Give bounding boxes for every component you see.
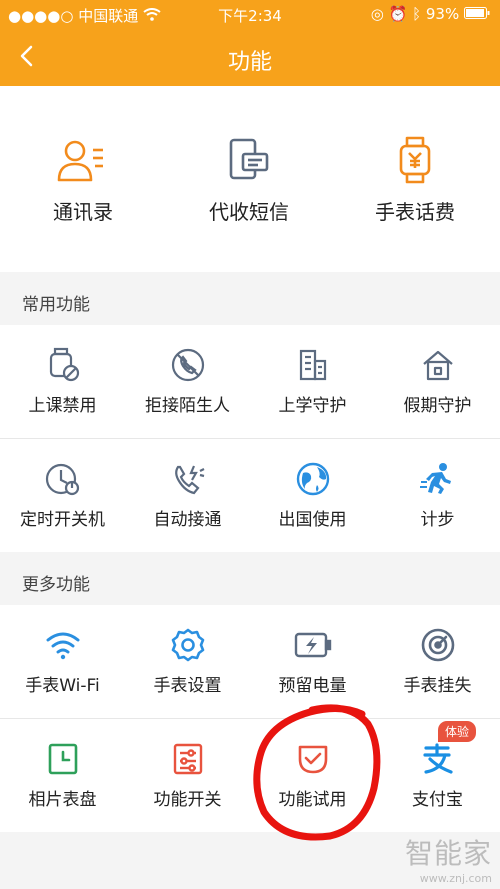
alarm-icon: ⏰: [388, 5, 408, 23]
grid-row: 上课禁用 拒接陌生人 上学守护 假期守护: [0, 325, 500, 438]
bluetooth-icon: ᛒ: [412, 5, 422, 23]
contacts-icon: [57, 140, 103, 182]
nav-bar: 功能: [0, 30, 500, 86]
pocket-check-icon: [298, 745, 327, 774]
watermark: 智能家 www.znj.com: [405, 832, 492, 885]
watermark-url: www.znj.com: [419, 872, 492, 885]
globe-icon: [296, 462, 329, 496]
watch-yuan-icon: [399, 136, 431, 184]
clock-power-icon: [45, 463, 79, 496]
home-icon: [422, 350, 453, 381]
watch-credit-label: 手表话费: [375, 200, 455, 224]
section-header-common: 常用功能: [0, 272, 500, 325]
phone-auto-icon: [174, 465, 204, 495]
abroad-use-button[interactable]: 出国使用: [250, 439, 375, 552]
status-bar: ●●●●○ 中国联通 下午2:34 ◎ ⏰ ᛒ 93%: [0, 0, 500, 30]
pedometer-button[interactable]: 计步: [375, 439, 500, 552]
reserve-battery-label: 预留电量: [278, 676, 347, 696]
class-mode-label: 上课禁用: [28, 396, 97, 416]
lock-rotation-icon: ◎: [370, 5, 384, 23]
building-icon: [299, 349, 326, 381]
runner-icon: [419, 463, 451, 494]
feature-trial-label: 功能试用: [278, 790, 347, 810]
battery-percent: 93%: [425, 5, 460, 23]
feature-switch-label: 功能开关: [153, 790, 222, 810]
reserve-battery-button[interactable]: 预留电量: [250, 605, 375, 718]
auto-answer-label: 自动接通: [153, 510, 222, 530]
abroad-use-label: 出国使用: [278, 510, 347, 530]
auto-answer-button[interactable]: 自动接通: [125, 439, 250, 552]
gear-icon: [171, 628, 204, 662]
grid-row: 定时开关机 自动接通 出国使用 计步: [0, 438, 500, 552]
feature-trial-button[interactable]: 功能试用: [250, 719, 375, 832]
top-features: 通讯录 代收短信 手表话费: [0, 86, 500, 272]
block-strangers-button[interactable]: 拒接陌生人: [125, 325, 250, 438]
trial-badge: 体验: [438, 721, 477, 742]
phone-block-icon: [171, 348, 204, 382]
target-icon: [421, 628, 454, 662]
school-guard-label: 上学守护: [278, 396, 347, 416]
photo-watchface-label: 相片表盘: [28, 790, 97, 810]
section-title: 常用功能: [22, 295, 90, 315]
page-title: 功能: [227, 50, 272, 75]
section-title: 更多功能: [22, 575, 90, 595]
report-lost-button[interactable]: 手表挂失: [375, 605, 500, 718]
proxy-sms-button[interactable]: 代收短信: [166, 136, 332, 225]
wifi-icon: [46, 632, 79, 660]
battery-icon: [464, 5, 490, 23]
contacts-label: 通讯录: [53, 200, 113, 224]
watch-credit-button[interactable]: 手表话费: [332, 136, 498, 225]
school-guard-button[interactable]: 上学守护: [250, 325, 375, 438]
scheduled-power-button[interactable]: 定时开关机: [0, 439, 125, 552]
holiday-guard-label: 假期守护: [403, 396, 472, 416]
block-strangers-label: 拒接陌生人: [145, 396, 230, 416]
watch-wifi-label: 手表Wi-Fi: [25, 676, 100, 696]
section-header-more: 更多功能: [0, 552, 500, 605]
holiday-guard-button[interactable]: 假期守护: [375, 325, 500, 438]
proxy-sms-label: 代收短信: [209, 200, 289, 224]
grid-row: 手表Wi-Fi 手表设置 预留电量 手表挂失: [0, 605, 500, 718]
feature-switch-button[interactable]: 功能开关: [125, 719, 250, 832]
watch-settings-label: 手表设置: [153, 676, 222, 696]
photo-watchface-button[interactable]: 相片表盘: [0, 719, 125, 832]
watch-wifi-button[interactable]: 手表Wi-Fi: [0, 605, 125, 718]
more-grid: 手表Wi-Fi 手表设置 预留电量 手表挂失 相片表盘 功能开关 功能试用 支付…: [0, 605, 500, 832]
battery-group: ◎ ⏰ ᛒ 93%: [371, 5, 490, 23]
photo-clock-icon: [48, 743, 77, 775]
common-grid: 上课禁用 拒接陌生人 上学守护 假期守护 定时开关机 自动接通 出国使用 计步: [0, 325, 500, 552]
grid-row: 相片表盘 功能开关 功能试用 支付宝: [0, 718, 500, 832]
battery-bolt-icon: [294, 632, 331, 658]
alipay-icon: [422, 743, 453, 774]
class-mode-button[interactable]: 上课禁用: [0, 325, 125, 438]
pedometer-label: 计步: [420, 510, 455, 530]
watch-ban-icon: [49, 347, 79, 382]
report-lost-label: 手表挂失: [403, 676, 472, 696]
contacts-button[interactable]: 通讯录: [0, 136, 166, 225]
alipay-label: 支付宝: [412, 790, 463, 810]
sliders-icon: [173, 743, 202, 775]
watch-settings-button[interactable]: 手表设置: [125, 605, 250, 718]
scheduled-power-label: 定时开关机: [20, 510, 105, 530]
sms-phone-icon: [229, 138, 269, 180]
watermark-logo-text: 智能家: [404, 837, 492, 870]
